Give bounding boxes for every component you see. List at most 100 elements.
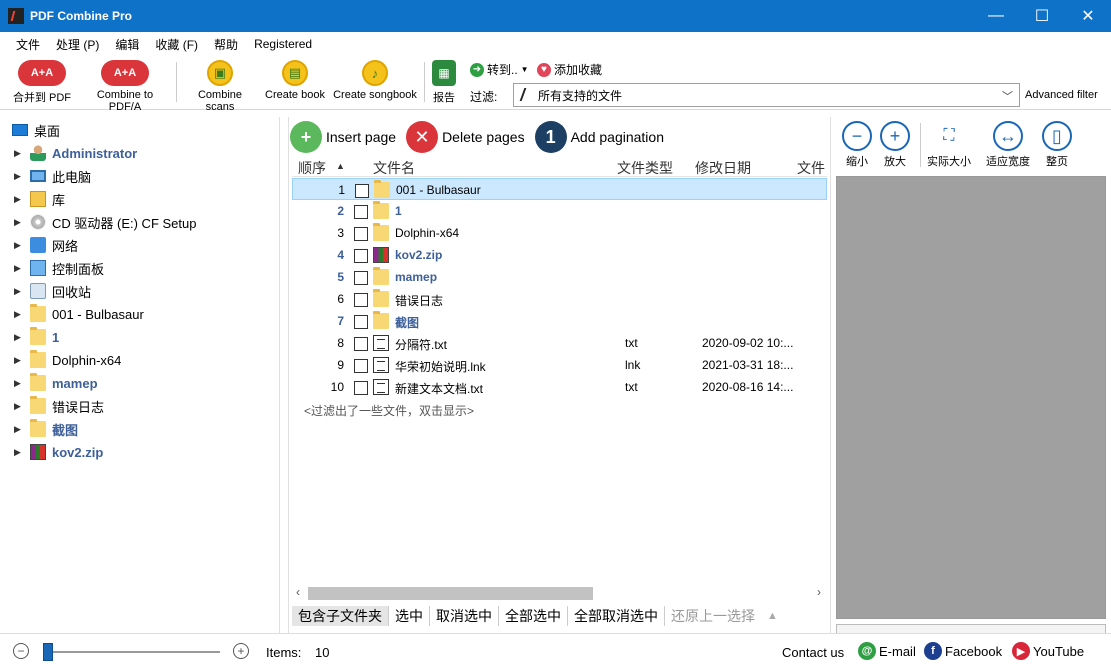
row-checkbox[interactable] (354, 315, 368, 329)
create-songbook-button[interactable]: ♪ Create songbook (333, 60, 417, 101)
expand-arrow-icon[interactable]: ▶ (14, 240, 24, 251)
zoom-minus-icon[interactable]: − (13, 643, 29, 659)
column-extra[interactable]: 文件 (797, 158, 825, 178)
table-row[interactable]: 1 001 - Bulbasaur (292, 178, 827, 200)
expand-arrow-icon[interactable]: ▶ (14, 263, 24, 274)
page-preview-area[interactable] (836, 176, 1106, 619)
expand-arrow-icon[interactable]: ▶ (14, 286, 24, 297)
add-favorite-button[interactable]: ♥ 添加收藏 (537, 61, 602, 78)
tree-item[interactable]: ▶ 001 - Bulbasaur (0, 303, 144, 325)
menu-edit[interactable]: 编辑 (107, 36, 147, 53)
horizontal-scrollbar[interactable]: ‹ › (292, 585, 827, 602)
expand-arrow-icon[interactable]: ▶ (14, 424, 24, 435)
contact-us-link[interactable]: Contact us (782, 645, 844, 660)
select-button[interactable]: 选中 (389, 606, 430, 626)
table-row[interactable]: 9 华荣初始说明.lnk lnk 2021-03-31 18:... (292, 354, 827, 376)
filtered-files-note[interactable]: <过滤出了一些文件，双击显示> (304, 402, 474, 419)
table-row[interactable]: 10 新建文本文档.txt txt 2020-08-16 14:... (292, 376, 827, 398)
file-filter-select[interactable]: 所有支持的文件 ﹀ (513, 83, 1020, 107)
advanced-filter-link[interactable]: Advanced filter (1025, 89, 1098, 101)
youtube-link[interactable]: ▶ YouTube (1012, 642, 1084, 660)
deselect-button[interactable]: 取消选中 (430, 606, 499, 626)
tree-item[interactable]: ▶ CD 驱动器 (E:) CF Setup (0, 211, 196, 233)
tree-item[interactable]: ▶ 错误日志 (0, 395, 104, 417)
row-checkbox[interactable] (355, 184, 369, 198)
tree-item[interactable]: ▶ 截图 (0, 418, 78, 440)
menu-process[interactable]: 处理 (P) (48, 36, 107, 53)
row-checkbox[interactable] (354, 227, 368, 241)
tree-item[interactable]: ▶ mamep (0, 372, 98, 394)
report-button[interactable]: ▦ 报告 (430, 60, 458, 105)
column-date[interactable]: 修改日期 (695, 158, 751, 178)
goto-button[interactable]: ➜ 转到.. ▼ (470, 61, 529, 78)
column-type[interactable]: 文件类型 (617, 158, 673, 178)
restore-selection-button[interactable]: 还原上一选择 (665, 606, 761, 626)
zoom-plus-icon[interactable]: + (233, 643, 249, 659)
up-arrow-icon[interactable]: ▲ (761, 610, 784, 622)
menu-help[interactable]: 帮助 (206, 36, 246, 53)
expand-arrow-icon[interactable]: ▶ (14, 332, 24, 343)
expand-arrow-icon[interactable]: ▶ (14, 309, 24, 320)
table-row[interactable]: 4 kov2.zip (292, 244, 827, 266)
expand-arrow-icon[interactable]: ▶ (14, 378, 24, 389)
tree-item[interactable]: ▶ 控制面板 (0, 257, 104, 279)
column-name[interactable]: 文件名 (373, 158, 415, 178)
merge-pdf-button[interactable]: A+A 合并到 PDF (12, 60, 72, 105)
scrollbar-thumb[interactable] (308, 587, 593, 600)
tree-item[interactable]: 桌面 (0, 119, 60, 141)
tree-item[interactable]: ▶ Administrator (0, 142, 137, 164)
combine-scans-button[interactable]: ▣ Combine scans (183, 60, 257, 113)
tree-item[interactable]: ▶ 1 (0, 326, 59, 348)
table-row[interactable]: 21 (292, 200, 827, 222)
scroll-right-icon[interactable]: › (817, 585, 821, 599)
column-order[interactable]: 顺序 (298, 158, 326, 178)
delete-pages-button[interactable]: ✕ Delete pages (406, 121, 525, 153)
close-button[interactable]: ✕ (1065, 0, 1111, 32)
deselect-all-button[interactable]: 全部取消选中 (568, 606, 665, 626)
tree-item[interactable]: ▶ Dolphin-x64 (0, 349, 121, 371)
full-page-button[interactable]: ▯ 整页 (1040, 121, 1074, 169)
row-checkbox[interactable] (354, 359, 368, 373)
select-all-button[interactable]: 全部选中 (499, 606, 568, 626)
facebook-link[interactable]: f Facebook (924, 642, 1002, 660)
add-pagination-button[interactable]: 1 Add pagination (534, 121, 664, 153)
combine-pdfa-button[interactable]: A+A Combine to PDF/A (80, 60, 170, 113)
tree-item[interactable]: ▶ 库 (0, 188, 65, 210)
fit-width-button[interactable]: ↔ 适应宽度 (982, 121, 1034, 169)
table-row[interactable]: 3 Dolphin-x64 (292, 222, 827, 244)
include-subfolders-button[interactable]: 包含子文件夹 (292, 606, 389, 626)
zoom-in-button[interactable]: + 放大 (878, 121, 912, 169)
create-book-button[interactable]: ▤ Create book (263, 60, 327, 101)
maximize-button[interactable]: ☐ (1019, 0, 1065, 32)
row-checkbox[interactable] (354, 381, 368, 395)
table-row[interactable]: 6 错误日志 (292, 288, 827, 310)
expand-arrow-icon[interactable]: ▶ (14, 194, 24, 205)
email-link[interactable]: @ E-mail (858, 642, 916, 660)
tree-item[interactable]: ▶ 此电脑 (0, 165, 91, 187)
left-splitter[interactable] (288, 117, 289, 633)
row-checkbox[interactable] (354, 293, 368, 307)
row-checkbox[interactable] (354, 271, 368, 285)
expand-arrow-icon[interactable]: ▶ (14, 217, 24, 228)
row-checkbox[interactable] (354, 249, 368, 263)
scroll-left-icon[interactable]: ‹ (296, 585, 300, 599)
row-checkbox[interactable] (354, 205, 368, 219)
expand-arrow-icon[interactable]: ▶ (14, 148, 24, 159)
menu-favorites[interactable]: 收藏 (F) (147, 36, 206, 53)
tree-item[interactable]: ▶ 网络 (0, 234, 78, 256)
table-row[interactable]: 8 分隔符.txt txt 2020-09-02 10:... (292, 332, 827, 354)
expand-arrow-icon[interactable]: ▶ (14, 447, 24, 458)
tree-item[interactable]: ▶ 回收站 (0, 280, 91, 302)
table-row[interactable]: 7 截图 (292, 310, 827, 332)
expand-arrow-icon[interactable]: ▶ (14, 355, 24, 366)
zoom-out-button[interactable]: − 缩小 (840, 121, 874, 169)
table-row[interactable]: 5 mamep (292, 266, 827, 288)
menu-file[interactable]: 文件 (8, 36, 48, 53)
actual-size-button[interactable]: ⛶ 实际大小 (924, 121, 974, 169)
zoom-slider-track[interactable] (44, 651, 220, 653)
menu-registered[interactable]: Registered (246, 37, 320, 51)
right-splitter[interactable] (830, 117, 831, 633)
tree-item[interactable]: ▶ kov2.zip (0, 441, 103, 463)
expand-arrow-icon[interactable]: ▶ (14, 401, 24, 412)
row-checkbox[interactable] (354, 337, 368, 351)
